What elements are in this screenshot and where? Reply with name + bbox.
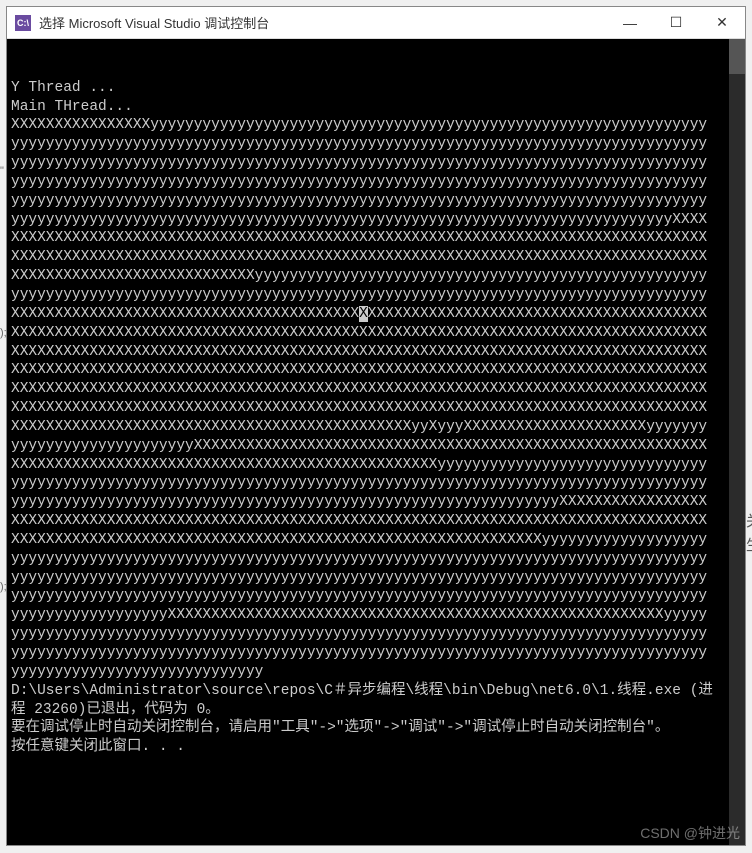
console-line: XXXXXXXXXXXXXXXXXXXXXXXXXXXXXXXXXXXXXXXX… [11, 531, 723, 550]
console-line: yyyyyyyyyyyyyyyyyyyyyyyyyyyyyyyyyyyyyyyy… [11, 550, 723, 569]
console-line: yyyyyyyyyyyyyyyyyyyyyyyyyyyyyyyyyyyyyyyy… [11, 211, 723, 230]
console-output[interactable]: Y Thread ...Main THread...XXXXXXXXXXXXXX… [7, 39, 745, 845]
console-line: XXXXXXXXXXXXXXXXXXXXXXXXXXXXXXXXXXXXXXXX… [11, 361, 723, 380]
close-button[interactable]: ✕ [699, 7, 745, 38]
window-title: 选择 Microsoft Visual Studio 调试控制台 [39, 13, 607, 32]
console-line: yyyyyyyyyyyyyyyyyyyyyyyyyyyyyyyyyyyyyyyy… [11, 587, 723, 606]
scrollbar-thumb[interactable] [729, 39, 745, 74]
text-cursor: X [359, 306, 368, 322]
console-line: XXXXXXXXXXXXXXXXXXXXXXXXXXXXXXXXXXXXXXXX… [11, 343, 723, 362]
side-text: 关生 [746, 510, 752, 558]
console-line: XXXXXXXXXXXXXXXXXXXXXXXXXXXXXXXXXXXXXXXX… [11, 512, 723, 531]
console-line: yyyyyyyyyyyyyyyyyyXXXXXXXXXXXXXXXXXXXXXX… [11, 606, 723, 625]
console-line: yyyyyyyyyyyyyyyyyyyyyyyyyyyyyyyyyyyyyyyy… [11, 154, 723, 173]
console-line: yyyyyyyyyyyyyyyyyyyyyyyyyyyyyyyyyyyyyyyy… [11, 286, 723, 305]
console-line: XXXXXXXXXXXXXXXXXXXXXXXXXXXXXXXXXXXXXXXX… [11, 418, 723, 437]
console-line: XXXXXXXXXXXXXXXXXXXXXXXXXXXXXXXXXXXXXXXX… [11, 324, 723, 343]
console-line: yyyyyyyyyyyyyyyyyyyyyyyyyyyyyyyyyyyyyyyy… [11, 192, 723, 211]
console-line: yyyyyyyyyyyyyyyyyyyyyyyyyyyyyyyyyyyyyyyy… [11, 644, 723, 663]
console-line: yyyyyyyyyyyyyyyyyyyyyyyyyyyyyyyyyyyyyyyy… [11, 569, 723, 588]
console-line: XXXXXXXXXXXXXXXXXXXXXXXXXXXXXXXXXXXXXXXX… [11, 456, 723, 475]
console-line: yyyyyyyyyyyyyyyyyyyyyyyyyyyyyyyyyyyyyyyy… [11, 625, 723, 644]
console-line: yyyyyyyyyyyyyyyyyyyyyyyyyyyyyyyyyyyyyyyy… [11, 474, 723, 493]
maximize-button[interactable]: ☐ [653, 7, 699, 38]
console-window: C:\ 选择 Microsoft Visual Studio 调试控制台 — ☐… [6, 6, 746, 846]
app-icon: C:\ [15, 15, 31, 31]
titlebar[interactable]: C:\ 选择 Microsoft Visual Studio 调试控制台 — ☐… [7, 7, 745, 39]
console-line: Y Thread ... [11, 79, 723, 98]
console-line: yyyyyyyyyyyyyyyyyyyyyyyyyyyyyyyyyyyyyyyy… [11, 135, 723, 154]
console-line: XXXXXXXXXXXXXXXXXXXXXXXXXXXXXXXXXXXXXXXX… [11, 305, 723, 324]
console-line: yyyyyyyyyyyyyyyyyyyyyyyyyyyyy [11, 663, 723, 682]
window-controls: — ☐ ✕ [607, 7, 745, 38]
console-line: D:\Users\Administrator\source\repos\C＃异步… [11, 682, 723, 720]
console-line: XXXXXXXXXXXXXXXXXXXXXXXXXXXXXXXXXXXXXXXX… [11, 248, 723, 267]
console-line: yyyyyyyyyyyyyyyyyyyyyyyyyyyyyyyyyyyyyyyy… [11, 493, 723, 512]
console-line: Main THread... [11, 98, 723, 117]
console-line: yyyyyyyyyyyyyyyyyyyyyXXXXXXXXXXXXXXXXXXX… [11, 437, 723, 456]
console-line: XXXXXXXXXXXXXXXXXXXXXXXXXXXXXXXXXXXXXXXX… [11, 399, 723, 418]
console-line: 要在调试停止时自动关闭控制台，请启用"工具"->"选项"->"调试"->"调试停… [11, 719, 723, 738]
minimize-button[interactable]: — [607, 7, 653, 38]
console-line: XXXXXXXXXXXXXXXXXXXXXXXXXXXXyyyyyyyyyyyy… [11, 267, 723, 286]
console-line: yyyyyyyyyyyyyyyyyyyyyyyyyyyyyyyyyyyyyyyy… [11, 173, 723, 192]
watermark: CSDN @钟进光 [640, 823, 740, 843]
console-line: XXXXXXXXXXXXXXXXXXXXXXXXXXXXXXXXXXXXXXXX… [11, 229, 723, 248]
console-line: 按任意键关闭此窗口. . . [11, 738, 723, 757]
scrollbar-track[interactable] [729, 39, 745, 845]
console-line: XXXXXXXXXXXXXXXXXXXXXXXXXXXXXXXXXXXXXXXX… [11, 380, 723, 399]
console-line: XXXXXXXXXXXXXXXXyyyyyyyyyyyyyyyyyyyyyyyy… [11, 116, 723, 135]
